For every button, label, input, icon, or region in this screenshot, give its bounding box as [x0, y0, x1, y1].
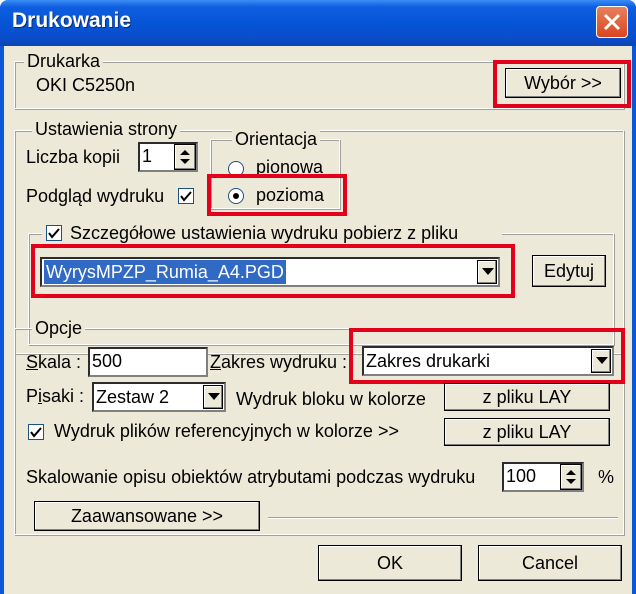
- chevron-down-icon: [208, 393, 220, 400]
- window-title: Drukowanie: [12, 9, 132, 32]
- pens-value: Zestaw 2: [96, 387, 170, 407]
- cancel-button[interactable]: Cancel: [478, 545, 622, 581]
- preview-checkbox[interactable]: [178, 188, 194, 204]
- copies-label: Liczba kopii: [26, 147, 121, 167]
- scaling-value: 100: [506, 466, 537, 486]
- ref-color-label: Wydruk plików referencyjnych w kolorze >…: [54, 421, 399, 441]
- pens-select[interactable]: Zestaw 2: [92, 382, 226, 412]
- checkmark-icon: [180, 191, 192, 202]
- dropdown-button[interactable]: [203, 385, 223, 409]
- scaling-label: Skalowanie opisu obiektów atrybutami pod…: [26, 467, 476, 487]
- pens-label: Pisaki :: [26, 386, 85, 406]
- orientation-label: Orientacja: [232, 129, 321, 149]
- scale-label: Skala :: [26, 352, 82, 372]
- spinner-arrows-icon: [180, 150, 190, 164]
- checkmark-icon: [48, 228, 60, 239]
- title-bar[interactable]: Drukowanie: [0, 0, 636, 46]
- scale-value: 500: [92, 351, 123, 371]
- printer-name: OKI C5250n: [36, 75, 136, 95]
- highlight-box: [493, 60, 631, 108]
- options-group-label: Opcje: [32, 318, 86, 338]
- scaling-unit: %: [598, 467, 615, 487]
- preview-label: Podgląd wydruku: [26, 186, 165, 206]
- copies-spinner[interactable]: [174, 144, 196, 170]
- detail-settings-header: Szczegółowe ustawienia wydruku pobierz z…: [42, 223, 502, 243]
- edit-button[interactable]: Edytuj: [532, 255, 606, 287]
- ok-button[interactable]: OK: [318, 545, 462, 581]
- dialog-body: Drukarka OKI C5250n Wybór >> Ustawienia …: [4, 46, 632, 594]
- ref-color-checkbox[interactable]: [28, 424, 44, 440]
- copies-value: 1: [142, 146, 153, 166]
- range-label: Zakres wydruku :: [210, 352, 348, 372]
- highlight-box: [349, 328, 625, 384]
- dialog-window: Drukowanie Drukarka OKI C5250n Wybór >> …: [0, 0, 636, 594]
- detail-settings-checkbox[interactable]: [46, 225, 62, 241]
- scaling-spinner[interactable]: [560, 464, 582, 490]
- block-color-button[interactable]: z pliku LAY: [444, 383, 610, 411]
- separator: [268, 517, 618, 519]
- detail-settings-label: Szczegółowe ustawienia wydruku pobierz z…: [70, 223, 459, 243]
- highlight-box: [31, 244, 515, 298]
- block-color-label: Wydruk bloku w kolorze: [236, 389, 426, 409]
- page-settings-group-label: Ustawienia strony: [32, 119, 181, 139]
- close-button[interactable]: [596, 6, 628, 38]
- scale-input[interactable]: 500: [88, 347, 208, 377]
- highlight-box: [207, 174, 347, 216]
- printer-group-label: Drukarka: [24, 51, 104, 71]
- advanced-button[interactable]: Zaawansowane >>: [34, 501, 260, 531]
- checkmark-icon: [30, 427, 42, 438]
- close-icon: [603, 13, 621, 31]
- ref-color-button[interactable]: z pliku LAY: [444, 418, 610, 446]
- spinner-arrows-icon: [566, 470, 576, 484]
